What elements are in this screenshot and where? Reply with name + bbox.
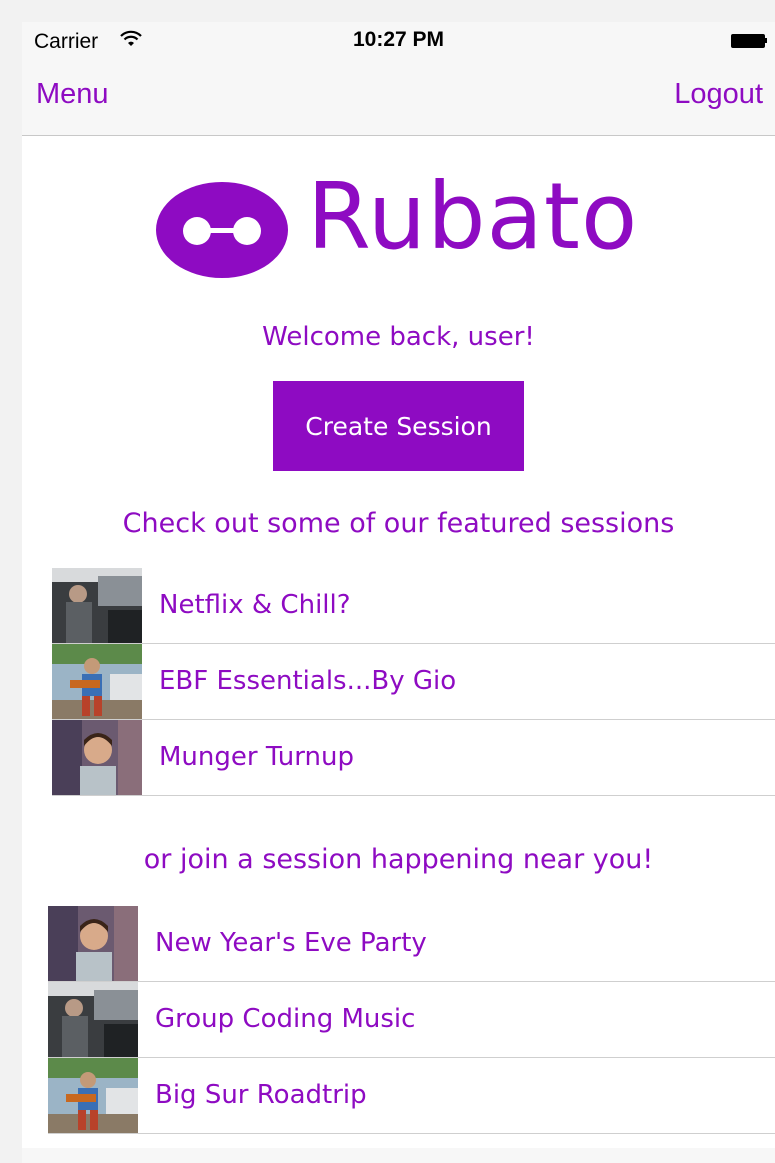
navigation-bar: Menu Logout <box>22 62 775 136</box>
smiling-person-thumbnail <box>48 906 138 981</box>
session-title: EBF Essentials...By Gio <box>159 666 457 696</box>
featured-session-row[interactable]: Netflix & Chill? <box>52 568 775 644</box>
battery-full-icon <box>731 34 767 48</box>
featured-sessions-list: Netflix & Chill? EBF Essentials...By Gio <box>52 568 775 796</box>
status-time: 10:27 PM <box>352 28 445 51</box>
guitarist-thumbnail <box>52 644 142 719</box>
create-session-button[interactable]: Create Session <box>273 381 524 471</box>
featured-sessions-heading: Check out some of our featured sessions <box>122 508 675 539</box>
session-title: Big Sur Roadtrip <box>155 1080 367 1110</box>
guitarist-thumbnail <box>48 1058 138 1133</box>
airplane-cockpit-thumbnail <box>48 982 138 1057</box>
bottom-toolbar <box>22 1148 775 1163</box>
nearby-sessions-heading: or join a session happening near you! <box>143 844 654 875</box>
nearby-session-row[interactable]: Group Coding Music <box>48 982 775 1058</box>
airplane-cockpit-thumbnail <box>52 568 142 643</box>
nearby-session-row[interactable]: Big Sur Roadtrip <box>48 1058 775 1134</box>
session-title: New Year's Eve Party <box>155 928 427 958</box>
app-screen: Carrier 10:27 PM Menu Logout Rubato Welc… <box>22 22 775 1163</box>
app-logo: Rubato <box>155 163 655 287</box>
status-bar: Carrier 10:27 PM <box>22 22 775 62</box>
logo-wordmark: Rubato <box>307 163 639 270</box>
rubato-logo-icon <box>156 182 288 278</box>
session-title: Munger Turnup <box>159 742 354 772</box>
nearby-sessions-list: New Year's Eve Party Group Coding Music <box>48 906 775 1134</box>
session-title: Group Coding Music <box>155 1004 416 1034</box>
nearby-session-row[interactable]: New Year's Eve Party <box>48 906 775 982</box>
featured-session-row[interactable]: Munger Turnup <box>52 720 775 796</box>
smiling-person-thumbnail <box>52 720 142 795</box>
featured-session-row[interactable]: EBF Essentials...By Gio <box>52 644 775 720</box>
session-title: Netflix & Chill? <box>159 590 351 620</box>
menu-button[interactable]: Menu <box>36 78 109 111</box>
welcome-message: Welcome back, user! <box>262 322 535 352</box>
logout-button[interactable]: Logout <box>674 78 763 111</box>
